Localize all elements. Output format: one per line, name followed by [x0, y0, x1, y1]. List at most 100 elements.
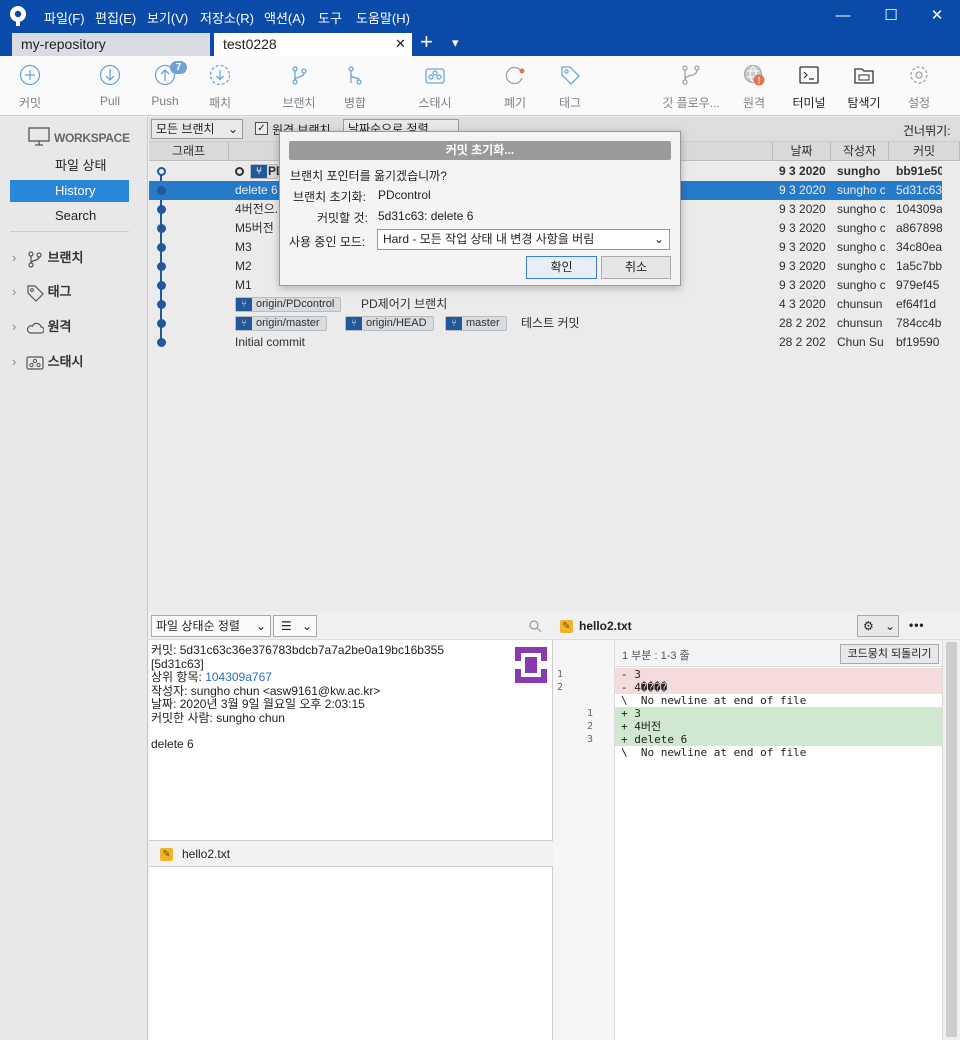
reset-mode-select[interactable]: Hard - 모든 작업 상태 내 변경 사항을 버림 ⌄ [377, 229, 670, 250]
search-icon[interactable] [529, 620, 542, 633]
sidebar-group-label: 원격 [47, 319, 72, 334]
commit-info: 커밋: 5d31c63c36e376783bdcb7a7a2be0a19bc16… [151, 643, 471, 752]
sidebar-group-stashes[interactable]: › 스태시 [12, 351, 83, 372]
discard-label: 폐기 [503, 96, 527, 110]
settings-button[interactable]: 설정 [889, 64, 949, 111]
menu-tools[interactable]: 도구 [318, 8, 342, 27]
terminal-button[interactable]: 터미널 [779, 64, 839, 111]
revert-hunk-button[interactable]: 코드뭉치 되돌리기 [840, 644, 939, 664]
sidebar-item-history[interactable]: History [10, 180, 129, 202]
merge-icon [348, 66, 362, 85]
sidebar-item-search[interactable]: Search [10, 205, 129, 227]
diff-file-name: hello2.txt [579, 619, 632, 633]
patch-icon [209, 64, 231, 86]
tab-label: my-repository [21, 36, 106, 52]
branch-button[interactable]: 브랜치 [269, 64, 329, 111]
remote-label: 원격 [742, 96, 766, 110]
sidebar-item-file-status[interactable]: 파일 상태 [10, 155, 129, 177]
parent-commit-link[interactable]: 104309a767 [205, 670, 272, 684]
sidebar: WORKSPACE 파일 상태 History Search › 브랜치 › 태… [0, 117, 148, 1040]
svg-text:!: ! [758, 76, 761, 86]
chevron-down-icon: ⌄ [301, 619, 312, 633]
sidebar-group-label: 태그 [47, 284, 72, 299]
sidebar-group-branches[interactable]: › 브랜치 [12, 247, 83, 268]
sidebar-group-remotes[interactable]: › 원격 [12, 316, 72, 337]
diff-line: + delete 6 [615, 733, 942, 746]
branch-icon [28, 250, 42, 268]
dialog-title: 커밋 초기화... [289, 141, 671, 160]
target-commit-label: 커밋할 것: [317, 211, 368, 225]
branch-icon [292, 66, 307, 85]
menu-edit[interactable]: 편집(E) [95, 8, 136, 27]
new-line-number: 3 [587, 734, 594, 745]
minimize-button[interactable]: — [820, 4, 866, 28]
hunk-range: 1 부분 : 1-3 줄 [622, 650, 690, 662]
changed-file-row[interactable]: ✎ hello2.txt [149, 840, 553, 867]
merge-button[interactable]: 병합 [325, 64, 385, 111]
commit-short-hash: [5d31c63] [151, 656, 204, 671]
pull-button[interactable]: Pull [80, 64, 140, 108]
menu-help[interactable]: 도움말(H) [356, 8, 410, 27]
push-button[interactable]: 7 Push [135, 61, 195, 108]
discard-icon [505, 66, 525, 85]
old-line-number: 1 [557, 669, 564, 680]
maximize-button[interactable]: ☐ [868, 4, 914, 28]
commit-details-pane: 파일 상태순 정렬 ⌄ ☰ ⌄ 커밋: 5d31c63c36e376783bdc… [149, 612, 553, 1040]
add-tab-button[interactable]: + [420, 30, 433, 54]
view-mode-select[interactable]: ☰ ⌄ [273, 615, 317, 637]
parent-label: 상위 항목: [151, 670, 202, 684]
date-line: 날짜: 2020년 3월 9일 월요일 오후 2:03:15 [151, 697, 365, 711]
git-flow-button[interactable]: 깃 플로우... [657, 64, 725, 111]
chevron-right-icon: › [12, 319, 17, 334]
diff-options-button[interactable]: ⚙ ⌄ [857, 615, 899, 637]
git-flow-icon [682, 65, 700, 85]
menu-actions[interactable]: 액션(A) [264, 8, 305, 27]
old-line-number: 2 [557, 682, 564, 693]
sidebar-group-tags[interactable]: › 태그 [12, 281, 72, 302]
commit-button[interactable]: 커밋 [0, 64, 60, 111]
chevron-down-icon: ⌄ [255, 619, 266, 633]
tab-test0228[interactable]: test0228 ✕ [214, 33, 412, 56]
explorer-button[interactable]: 탐색기 [834, 64, 894, 111]
tag-button[interactable]: 태그 [540, 64, 600, 111]
tab-close-icon[interactable]: ✕ [395, 33, 406, 55]
commit-hash-line: 커밋: 5d31c63c36e376783bdcb7a7a2be0a19bc16… [151, 643, 445, 657]
branch-reset-label: 브랜치 초기화: [293, 190, 366, 204]
author-line: 작성자: sungho chun <asw9161@kw.ac.kr> [151, 683, 381, 698]
stash-button[interactable]: 스태시 [405, 64, 465, 111]
avatar [511, 643, 551, 687]
settings-label: 설정 [907, 96, 931, 110]
sidebar-group-label: 브랜치 [47, 250, 84, 265]
close-window-button[interactable]: ✕ [914, 4, 960, 28]
tab-my-repository[interactable]: my-repository [12, 33, 210, 56]
tab-label: test0228 [223, 36, 277, 52]
tab-dropdown-icon[interactable]: ▾ [452, 35, 459, 51]
modified-file-icon: ✎ [160, 848, 173, 861]
arrow-down-circle-icon [99, 64, 121, 86]
sourcetree-logo-icon [10, 6, 26, 26]
patch-button[interactable]: 패치 [190, 64, 250, 111]
menu-file[interactable]: 파일(F) [44, 8, 85, 27]
diff-scrollbar[interactable] [942, 640, 960, 1040]
commit-message: delete 6 [151, 737, 194, 751]
file-sort-select[interactable]: 파일 상태순 정렬 ⌄ [151, 615, 271, 637]
remote-button[interactable]: ! 원격 [724, 64, 784, 111]
discard-button[interactable]: 폐기 [485, 64, 545, 111]
file-sort-value: 파일 상태순 정렬 [156, 619, 240, 633]
ok-button[interactable]: 확인 [526, 256, 597, 279]
cancel-button[interactable]: 취소 [601, 256, 671, 279]
commit-label: 커밋 [18, 96, 42, 110]
terminal-icon [799, 66, 819, 84]
menu-view[interactable]: 보기(V) [147, 8, 188, 27]
explorer-label: 탐색기 [847, 96, 881, 110]
stash-icon [26, 355, 44, 370]
globe-icon: ! [744, 65, 765, 86]
monitor-icon [28, 127, 50, 146]
more-options-icon[interactable]: ••• [909, 618, 925, 632]
sidebar-item-label: History [55, 183, 96, 198]
chevron-right-icon: › [12, 284, 17, 299]
new-line-number: 1 [587, 708, 594, 719]
chevron-right-icon: › [12, 250, 17, 265]
menu-repository[interactable]: 저장소(R) [200, 8, 254, 27]
sidebar-divider [10, 231, 129, 232]
